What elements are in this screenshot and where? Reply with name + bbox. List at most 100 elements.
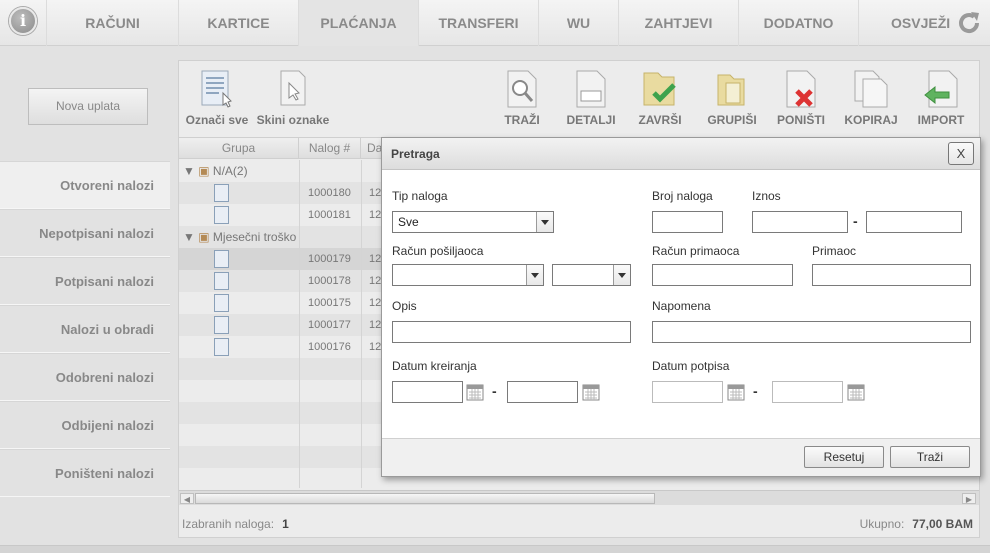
calendar-icon[interactable]	[727, 383, 745, 401]
order-date: 12	[369, 209, 382, 221]
dialog-title: Pretraga	[391, 147, 440, 161]
copy-icon	[854, 70, 888, 108]
group-button[interactable]: GRUPIŠI	[701, 69, 763, 127]
tab-wu[interactable]: WU	[538, 0, 618, 46]
group-row-label: ▼ ▣ N/A(2)	[183, 160, 248, 182]
dialog-header[interactable]: Pretraga X	[382, 138, 980, 170]
creation-date-to-input[interactable]	[507, 381, 578, 403]
chevron-down-icon[interactable]	[613, 265, 630, 285]
info-icon[interactable]: i	[9, 7, 37, 35]
search-label: TRAŽI	[504, 113, 540, 127]
tab-dodatno[interactable]: DODATNO	[738, 0, 858, 46]
group-name: N/A(2)	[212, 164, 248, 178]
signature-date-to-input[interactable]	[772, 381, 843, 403]
document-icon	[214, 272, 229, 290]
select-all-label: Označi sve	[185, 113, 249, 127]
total-label: Ukupno:	[859, 517, 905, 531]
new-payment-button[interactable]: Nova uplata	[28, 88, 148, 125]
deselect-button[interactable]: Skini oznake	[255, 69, 331, 127]
finish-label: ZAVRŠI	[638, 113, 682, 127]
sender-currency-select[interactable]	[552, 264, 631, 286]
finish-icon	[643, 72, 676, 106]
sidebar-item-signed-orders[interactable]: Potpisani nalozi	[0, 257, 170, 305]
calendar-icon[interactable]	[582, 383, 600, 401]
document-icon	[214, 294, 229, 312]
horizontal-scrollbar[interactable]: ◀ ▶	[179, 490, 979, 505]
signature-date-label: Datum potpisa	[652, 359, 730, 373]
creation-date-range-separator: -	[492, 383, 497, 399]
deselect-label: Skini oznake	[256, 113, 330, 127]
scrollbar-thumb[interactable]	[195, 493, 655, 504]
refresh-icon[interactable]	[955, 9, 983, 37]
selected-count-value: 1	[282, 517, 289, 531]
import-icon	[924, 70, 958, 108]
search-button[interactable]: TRAŽI	[497, 69, 547, 127]
note-input[interactable]	[652, 321, 971, 343]
recipient-account-input[interactable]	[652, 264, 793, 286]
scroll-right-icon[interactable]: ▶	[962, 493, 976, 504]
cancel-label: PONIŠTI	[776, 113, 825, 127]
tab-placanja[interactable]: PLAĆANJA	[298, 0, 418, 46]
tab-zahtjevi[interactable]: ZAHTJEVI	[618, 0, 738, 46]
signature-date-from-input[interactable]	[652, 381, 723, 403]
order-number-input[interactable]	[652, 211, 723, 233]
top-navigation: i RAČUNI KARTICE PLAĆANJA TRANSFERI WU Z…	[0, 0, 990, 46]
calendar-icon[interactable]	[847, 383, 865, 401]
document-icon	[214, 338, 229, 356]
group-row-label: ▼ ▣ Mjesečni troško	[183, 226, 296, 248]
order-type-select[interactable]: Sve	[392, 211, 554, 233]
total-status: Ukupno: 77,00 BAM	[860, 517, 973, 531]
expand-arrow-icon[interactable]: ▼	[183, 164, 195, 178]
column-header-group[interactable]: Grupa	[179, 138, 299, 158]
sidebar-item-open-orders[interactable]: Otvoreni nalozi	[0, 161, 170, 209]
amount-range-separator: -	[853, 213, 858, 229]
signature-date-range-separator: -	[753, 383, 758, 399]
scroll-left-icon[interactable]: ◀	[180, 493, 194, 504]
dialog-footer: Resetuj Traži	[382, 438, 980, 476]
order-number: 1000176	[308, 341, 351, 353]
amount-label: Iznos	[752, 189, 781, 203]
details-button[interactable]: DETALJI	[563, 69, 619, 127]
amount-from-input[interactable]	[752, 211, 848, 233]
column-header-order-number[interactable]: Nalog #	[299, 138, 361, 158]
recipient-account-label: Račun primaoca	[652, 244, 740, 258]
order-number: 1000179	[308, 253, 351, 265]
finish-button[interactable]: ZAVRŠI	[633, 69, 687, 127]
expand-arrow-icon[interactable]: ▼	[183, 230, 195, 244]
recipient-input[interactable]	[812, 264, 971, 286]
tab-kartice[interactable]: KARTICE	[178, 0, 298, 46]
sidebar-item-cancelled-orders[interactable]: Poništeni nalozi	[0, 449, 170, 497]
sidebar-item-unsigned-orders[interactable]: Nepotpisani nalozi	[0, 209, 170, 257]
sidebar-item-approved-orders[interactable]: Odobreni nalozi	[0, 353, 170, 401]
sender-account-select[interactable]	[392, 264, 544, 286]
import-button[interactable]: IMPORT	[913, 69, 969, 127]
reset-button[interactable]: Resetuj	[804, 446, 884, 468]
import-label: IMPORT	[917, 113, 965, 127]
document-icon	[214, 316, 229, 334]
calendar-icon[interactable]	[466, 383, 484, 401]
cancel-order-button[interactable]: PONIŠTI	[773, 69, 829, 127]
sidebar-item-rejected-orders[interactable]: Odbijeni nalozi	[0, 401, 170, 449]
order-number: 1000180	[308, 187, 351, 199]
search-submit-button[interactable]: Traži	[890, 446, 970, 468]
tab-transferi[interactable]: TRANSFERI	[418, 0, 538, 46]
description-input[interactable]	[392, 321, 631, 343]
refresh-label: OSVJEŽI	[891, 15, 951, 31]
select-all-button[interactable]: Označi sve	[185, 69, 249, 127]
document-icon	[214, 184, 229, 202]
chevron-down-icon[interactable]	[536, 212, 553, 232]
copy-button[interactable]: KOPIRAJ	[843, 69, 899, 127]
order-number: 1000181	[308, 209, 351, 221]
amount-to-input[interactable]	[866, 211, 962, 233]
search-dialog: Pretraga X Tip naloga Sve Broj naloga Iz…	[381, 137, 981, 477]
tab-racuni[interactable]: RAČUNI	[46, 0, 178, 46]
sidebar-item-processing-orders[interactable]: Nalozi u obradi	[0, 305, 170, 353]
order-date: 12	[369, 253, 382, 265]
order-date: 12	[369, 275, 382, 287]
chevron-down-icon[interactable]	[526, 265, 543, 285]
description-label: Opis	[392, 299, 417, 313]
order-number: 1000178	[308, 275, 351, 287]
close-button[interactable]: X	[948, 142, 974, 165]
creation-date-from-input[interactable]	[392, 381, 463, 403]
recipient-label: Primaoc	[812, 244, 857, 258]
